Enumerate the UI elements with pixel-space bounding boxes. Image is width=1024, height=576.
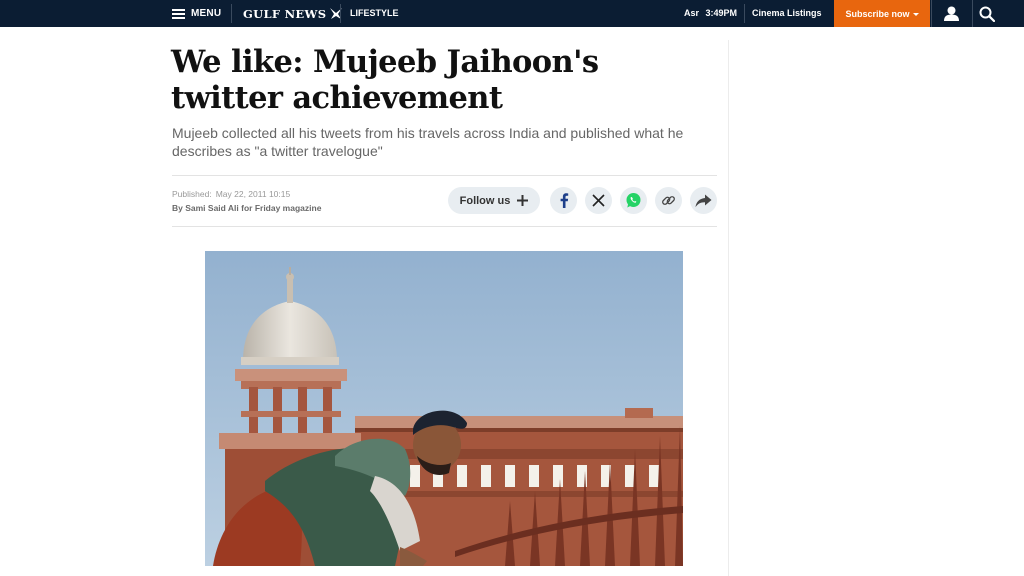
top-navigation-bar: MENU GULF NEWS LIFESTYLE Asr 3:49PM Cine… <box>0 0 1024 27</box>
published-info: Published: May 22, 2011 10:15 <box>172 189 290 199</box>
x-share-button[interactable] <box>585 187 612 214</box>
prayer-time-value: 3:49PM <box>705 8 738 18</box>
prayer-time: Asr 3:49PM <box>684 0 737 27</box>
facebook-share-button[interactable] <box>550 187 577 214</box>
whatsapp-icon <box>626 193 641 208</box>
share-icon <box>695 194 712 207</box>
menu-button[interactable]: MENU <box>172 0 221 27</box>
divider <box>172 226 717 227</box>
caret-down-icon <box>912 12 919 16</box>
menu-icon <box>172 8 185 19</box>
subscribe-label: Subscribe now <box>845 8 910 19</box>
published-date: May 22, 2011 10:15 <box>215 189 291 199</box>
article-hero-image[interactable] <box>205 251 683 566</box>
hero-photo <box>205 251 683 566</box>
search-icon <box>979 6 995 22</box>
account-button[interactable] <box>931 0 971 27</box>
whatsapp-share-button[interactable] <box>620 187 647 214</box>
menu-label: MENU <box>191 8 222 19</box>
divider <box>172 175 717 176</box>
link-icon <box>662 196 675 205</box>
copy-link-button[interactable] <box>655 187 682 214</box>
section-link-lifestyle[interactable]: LIFESTYLE <box>350 0 399 27</box>
follow-us-label: Follow us <box>459 194 511 207</box>
logo-text: GULF NEWS <box>243 6 327 21</box>
user-icon <box>944 6 959 21</box>
column-divider <box>728 40 729 576</box>
divider <box>744 4 745 23</box>
plus-icon <box>517 195 529 206</box>
x-icon <box>592 194 605 207</box>
share-button[interactable] <box>690 187 717 214</box>
subscribe-button[interactable]: Subscribe now <box>834 0 930 27</box>
article-headline: We like: Mujeeb Jaihoon's twitter achiev… <box>171 44 599 116</box>
divider <box>340 4 341 23</box>
byline[interactable]: By Sami Said Ali for Friday magazine <box>172 203 321 213</box>
prayer-name: Asr <box>684 8 700 18</box>
site-logo[interactable]: GULF NEWS <box>243 0 343 27</box>
follow-us-button[interactable]: Follow us <box>448 187 540 214</box>
search-button[interactable] <box>972 0 1000 27</box>
falcon-icon <box>330 8 343 19</box>
cinema-listings-link[interactable]: Cinema Listings <box>752 0 822 27</box>
divider <box>231 4 232 23</box>
article-summary: Mujeeb collected all his tweets from his… <box>172 125 684 159</box>
published-label: Published: <box>172 189 212 199</box>
facebook-icon <box>560 193 568 208</box>
